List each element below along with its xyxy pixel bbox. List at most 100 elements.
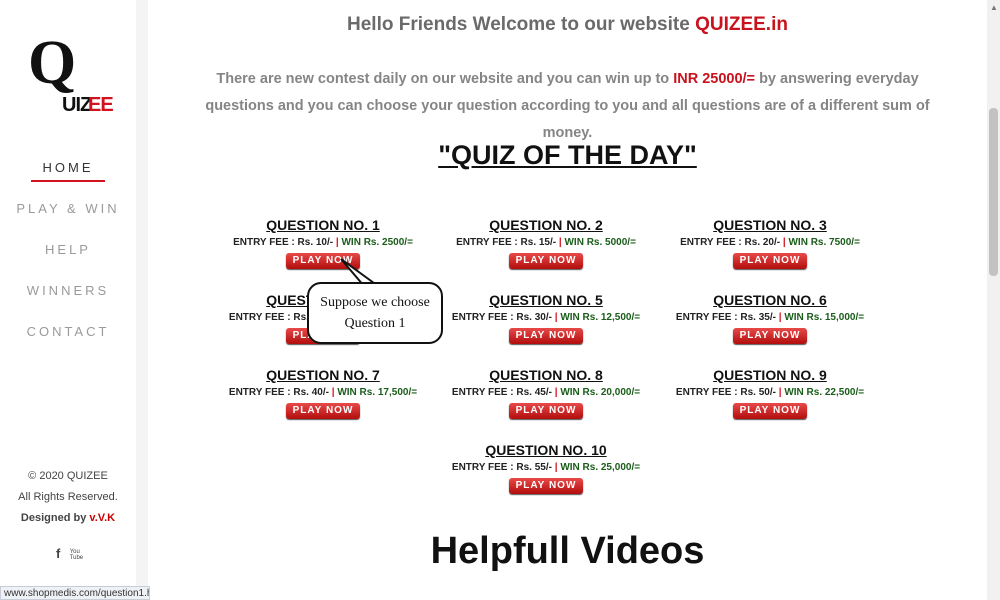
social-links: f You Tube	[56, 546, 86, 561]
fee-separator: |	[554, 312, 558, 323]
entry-fee: ENTRY FEE : Rs. 50/-	[675, 387, 776, 398]
win-amount: WIN Rs. 22,500/=	[784, 387, 865, 398]
win-amount: WIN Rs. 25,000/=	[560, 462, 641, 473]
intro-text-1: There are new contest daily on our websi…	[216, 71, 670, 87]
designer-name: v.V.K	[89, 512, 116, 524]
nav-contact[interactable]: CONTACT	[0, 322, 136, 363]
main-content: Hello Friends Welcome to our website QUI…	[148, 0, 987, 600]
entry-fee: ENTRY FEE : Rs. 30/-	[451, 312, 552, 323]
play-now-button[interactable]: PLAY NOW	[509, 328, 583, 344]
win-amount: WIN Rs. 15,000/=	[784, 312, 865, 323]
welcome-brand: QUIZEE.in	[695, 14, 788, 35]
sidebar: Q UIZ EE HOME PLAY & WIN HELP WINNERS CO…	[0, 0, 137, 600]
intro-prize-amount: INR 25000/=	[673, 71, 756, 87]
quiz-of-the-day-title: "QUIZ OF THE DAY"	[438, 140, 697, 170]
question-card-8: QUESTION NO. 8 ENTRY FEE : Rs. 45/- | WIN…	[446, 366, 646, 419]
question-card-2: QUESTION NO. 2 ENTRY FEE : Rs. 15/- | WIN…	[446, 216, 646, 269]
entry-fee-line: ENTRY FEE : Rs. 20/- | WIN Rs. 7500/=	[670, 236, 870, 250]
win-amount: WIN Rs. 20,000/=	[560, 387, 641, 398]
question-card-10: QUESTION NO. 10 ENTRY FEE : Rs. 55/- | WI…	[446, 441, 646, 494]
play-now-button[interactable]: PLAY NOW	[733, 328, 807, 344]
main-nav: HOME PLAY & WIN HELP WINNERS CONTACT	[0, 158, 136, 363]
question-card-7: QUESTION NO. 7 ENTRY FEE : Rs. 40/- | WIN…	[223, 366, 423, 419]
entry-fee: ENTRY FEE : Rs. 35/-	[675, 312, 776, 323]
page-scrollbar[interactable]: ▲	[987, 0, 1000, 600]
question-title[interactable]: QUESTION NO. 3	[670, 216, 870, 234]
entry-fee: ENTRY FEE : Rs. 15/-	[456, 237, 557, 248]
entry-fee-line: ENTRY FEE : Rs. 35/- | WIN Rs. 15,000/=	[670, 311, 870, 325]
sidebar-footer: © 2020 QUIZEE All Rights Reserved. Desig…	[0, 466, 136, 529]
entry-fee: ENTRY FEE : Rs. 45/-	[451, 387, 552, 398]
nav-home[interactable]: HOME	[0, 158, 136, 199]
nav-winners[interactable]: WINNERS	[0, 281, 136, 322]
nav-contact-label: CONTACT	[26, 324, 110, 339]
nav-home-label: HOME	[42, 160, 94, 175]
designed-by-label: Designed by	[20, 512, 87, 524]
entry-fee-line: ENTRY FEE : Rs. 10/- | WIN Rs. 2500/=	[223, 236, 423, 250]
entry-fee-line: ENTRY FEE : Rs. 45/- | WIN Rs. 20,000/=	[446, 386, 646, 400]
fee-separator: |	[782, 237, 786, 248]
play-now-button[interactable]: PLAY NOW	[509, 403, 583, 419]
entry-fee: ENTRY FEE : Rs. 10/-	[233, 237, 334, 248]
fee-separator: |	[335, 237, 339, 248]
nav-help[interactable]: HELP	[0, 240, 136, 281]
entry-fee-line: ENTRY FEE : Rs. 50/- | WIN Rs. 22,500/=	[670, 386, 870, 400]
nav-winners-label: WINNERS	[26, 283, 110, 298]
question-card-5: QUESTION NO. 5 ENTRY FEE : Rs. 30/- | WIN…	[446, 291, 646, 344]
fee-separator: |	[331, 387, 335, 398]
entry-fee: ENTRY FEE : Rs. 20/-	[680, 237, 781, 248]
win-amount: WIN Rs. 7500/=	[788, 237, 860, 248]
nav-help-label: HELP	[45, 242, 91, 257]
nav-play-win[interactable]: PLAY & WIN	[0, 199, 136, 240]
fee-separator: |	[554, 462, 558, 473]
logo-letters-ee: EE	[88, 94, 114, 116]
win-amount: WIN Rs. 17,500/=	[337, 387, 418, 398]
welcome-text: Hello Friends Welcome to our website	[347, 14, 690, 35]
question-title[interactable]: QUESTION NO. 2	[446, 216, 646, 234]
logo-letter-q: Q	[28, 29, 77, 97]
scrollbar-thumb[interactable]	[989, 108, 998, 276]
play-now-button[interactable]: PLAY NOW	[286, 403, 360, 419]
play-now-button[interactable]: PLAY NOW	[509, 478, 583, 494]
win-amount: WIN Rs. 5000/=	[564, 237, 636, 248]
question-title[interactable]: QUESTION NO. 10	[446, 441, 646, 459]
play-now-button[interactable]: PLAY NOW	[733, 403, 807, 419]
question-title[interactable]: QUESTION NO. 6	[670, 291, 870, 309]
rights-text: All Rights Reserved.	[18, 491, 118, 503]
entry-fee-line: ENTRY FEE : Rs. 40/- | WIN Rs. 17,500/=	[223, 386, 423, 400]
sidebar-scroll-track	[136, 0, 148, 600]
quizee-logo[interactable]: Q UIZ EE	[28, 32, 114, 120]
fee-separator: |	[554, 387, 558, 398]
question-title[interactable]: QUESTION NO. 5	[446, 291, 646, 309]
active-nav-underline	[31, 180, 105, 182]
welcome-heading: Hello Friends Welcome to our website QUI…	[148, 14, 987, 36]
facebook-icon[interactable]: f	[56, 546, 60, 561]
question-title[interactable]: QUESTION NO. 7	[223, 366, 423, 384]
question-card-9: QUESTION NO. 9 ENTRY FEE : Rs. 50/- | WIN…	[670, 366, 870, 419]
fee-separator: |	[778, 387, 782, 398]
helpful-videos-heading: Helpfull Videos	[430, 530, 705, 572]
question-title[interactable]: QUESTION NO. 9	[670, 366, 870, 384]
question-title[interactable]: QUESTION NO. 8	[446, 366, 646, 384]
logo-letters-uiz: UIZ	[62, 94, 92, 116]
question-card-6: QUESTION NO. 6 ENTRY FEE : Rs. 35/- | WIN…	[670, 291, 870, 344]
entry-fee: ENTRY FEE : Rs. 40/-	[228, 387, 329, 398]
callout-line-2: Question 1	[344, 316, 406, 331]
play-now-button[interactable]: PLAY NOW	[733, 253, 807, 269]
question-title[interactable]: QUESTION NO. 1	[223, 216, 423, 234]
entry-fee-line: ENTRY FEE : Rs. 30/- | WIN Rs. 12,500/=	[446, 311, 646, 325]
entry-fee-line: ENTRY FEE : Rs. 55/- | WIN Rs. 25,000/=	[446, 461, 646, 475]
fee-separator: |	[778, 312, 782, 323]
play-now-button[interactable]: PLAY NOW	[509, 253, 583, 269]
entry-fee-line: ENTRY FEE : Rs. 15/- | WIN Rs. 5000/=	[446, 236, 646, 250]
win-amount: WIN Rs. 12,500/=	[560, 312, 641, 323]
designer-credit: Designed by v.V.K	[0, 508, 136, 529]
annotation-callout: Suppose we choose Question 1	[307, 282, 443, 344]
youtube-icon[interactable]: You Tube	[70, 549, 83, 561]
entry-fee: ENTRY FEE : Rs. 55/-	[451, 462, 552, 473]
intro-paragraph: There are new contest daily on our websi…	[188, 66, 947, 147]
nav-play-win-label: PLAY & WIN	[16, 201, 120, 216]
scroll-up-arrow-icon[interactable]: ▲	[990, 3, 998, 12]
win-amount: WIN Rs. 2500/=	[341, 237, 413, 248]
fee-separator: |	[558, 237, 562, 248]
